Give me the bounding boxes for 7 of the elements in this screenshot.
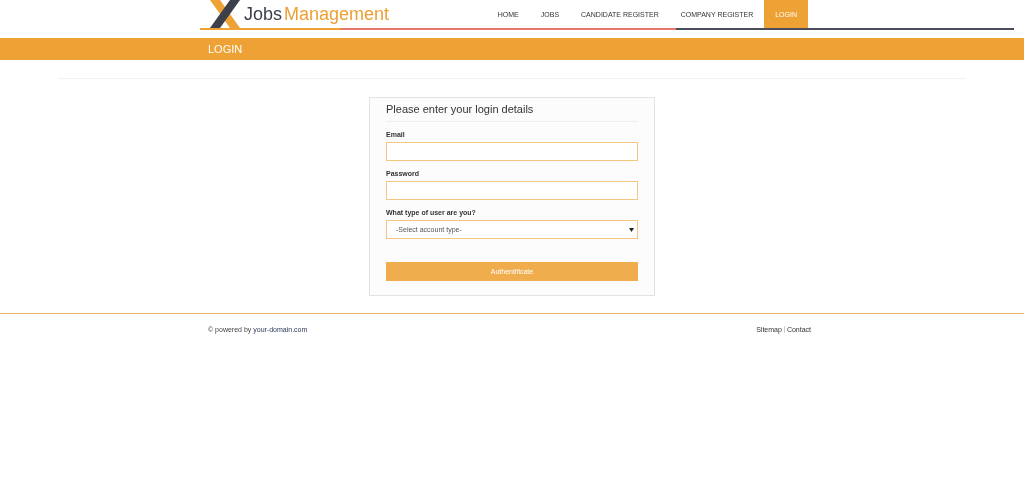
input-field[interactable]: [386, 142, 638, 161]
logo-text: Jobs: [244, 3, 283, 25]
logo-text: Management: [284, 3, 390, 25]
caret-icon: [629, 227, 634, 232]
form-heading: Please enter your login details: [386, 103, 638, 122]
input-field[interactable]: [386, 181, 638, 200]
page-title: LOGIN: [208, 43, 243, 55]
